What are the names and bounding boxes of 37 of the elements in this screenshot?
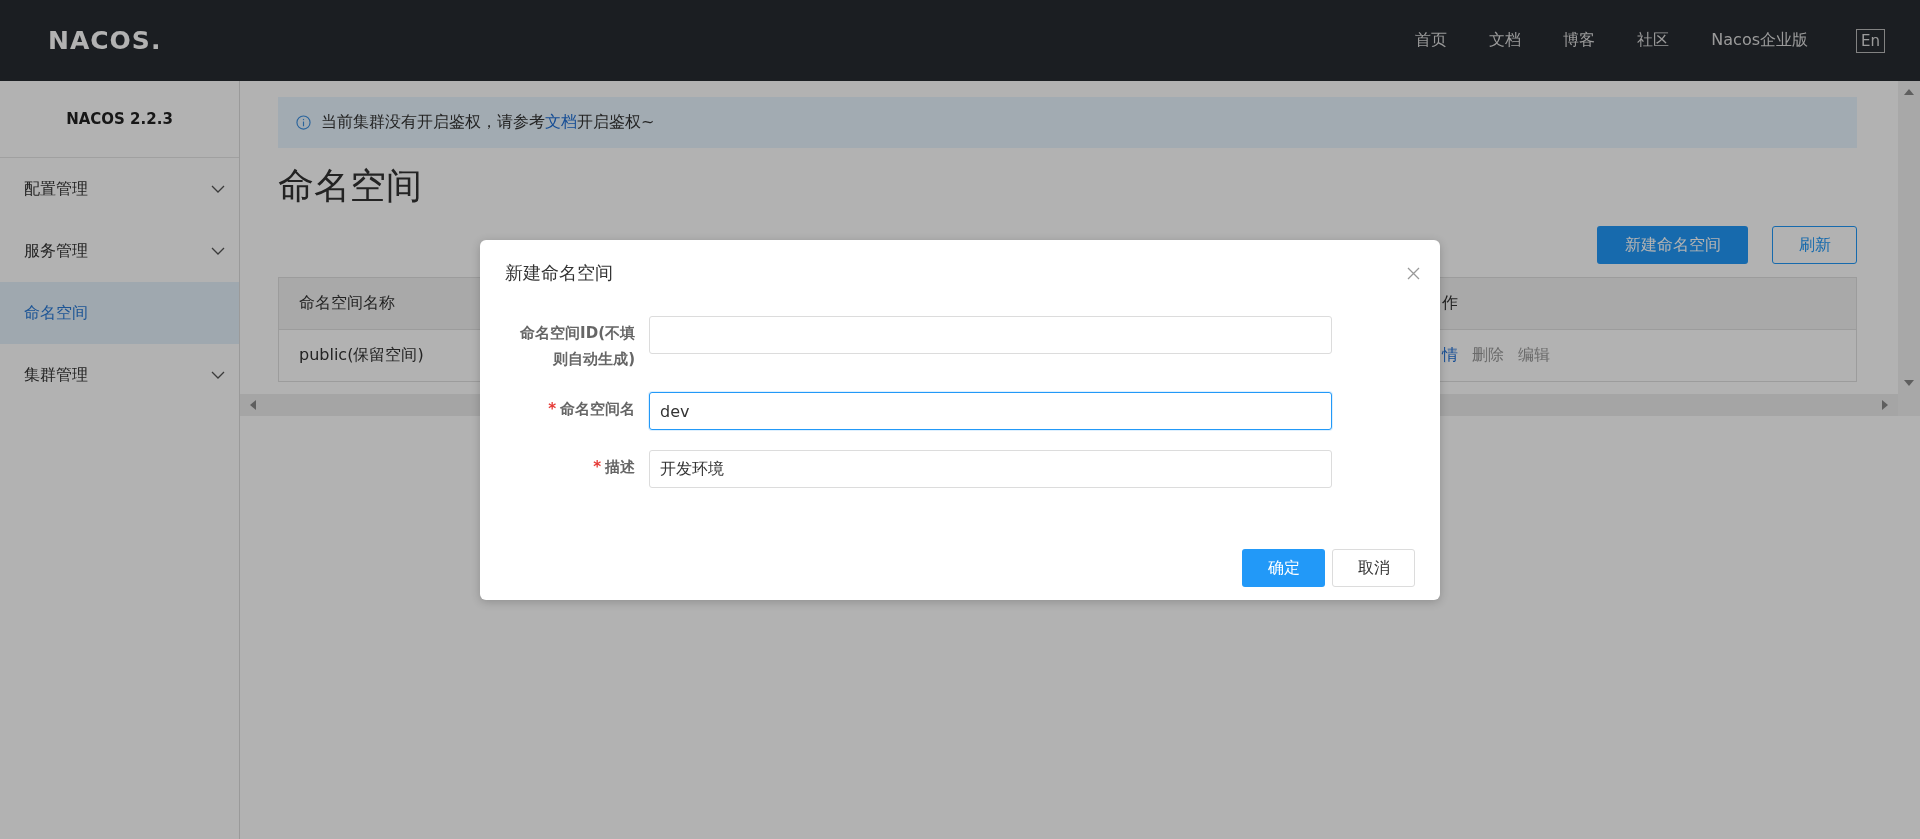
banner-text: 开启鉴权~ xyxy=(577,112,655,133)
scroll-left-icon[interactable] xyxy=(250,400,256,410)
sidebar-item[interactable]: 服务管理 xyxy=(0,220,239,282)
banner-text: 当前集群没有开启鉴权，请参考 xyxy=(321,112,545,133)
dialog-title: 新建命名空间 xyxy=(505,261,613,285)
sidebar-item[interactable]: 集群管理 xyxy=(0,344,239,406)
info-icon xyxy=(296,115,311,130)
required-icon: * xyxy=(548,396,556,422)
scroll-down-icon[interactable] xyxy=(1904,380,1914,386)
nav-link[interactable]: 博客 xyxy=(1563,30,1596,51)
input-field[interactable] xyxy=(649,316,1332,354)
field-label: 命名空间ID(不填则自动生成) xyxy=(519,323,635,370)
nav-link[interactable]: 文档 xyxy=(1489,30,1522,51)
table-cell: public(保留空间) xyxy=(299,345,424,364)
input-field[interactable]: dev xyxy=(649,392,1332,430)
required-icon: * xyxy=(593,454,601,480)
dialog-button[interactable]: 取消 xyxy=(1332,549,1415,587)
field-label: 描述 xyxy=(605,457,635,478)
column-header: 作 xyxy=(1442,293,1458,314)
page-title: 命名空间 xyxy=(278,164,423,208)
close-icon[interactable] xyxy=(1407,266,1420,280)
docs-link[interactable]: 文档 xyxy=(545,112,577,133)
column-header: 命名空间名称 xyxy=(299,293,395,312)
language-button[interactable]: En xyxy=(1856,28,1885,53)
nav-link[interactable]: 首页 xyxy=(1415,30,1448,51)
logo[interactable]: NACOS. xyxy=(48,26,162,55)
nav-link[interactable]: Nacos企业版 xyxy=(1711,30,1808,51)
vertical-scrollbar[interactable] xyxy=(1898,81,1920,416)
field-label: 命名空间名 xyxy=(560,399,635,420)
version-label: NACOS 2.2.3 xyxy=(0,81,239,158)
scroll-right-icon[interactable] xyxy=(1882,400,1888,410)
sidebar-item[interactable]: 配置管理 xyxy=(0,158,239,220)
action-link[interactable]: 情 xyxy=(1442,345,1458,366)
input-field[interactable]: 开发环境 xyxy=(649,450,1332,488)
scroll-up-icon[interactable] xyxy=(1904,89,1914,95)
sidebar-item[interactable]: 命名空间 xyxy=(0,282,239,344)
nav-link[interactable]: 社区 xyxy=(1637,30,1670,51)
